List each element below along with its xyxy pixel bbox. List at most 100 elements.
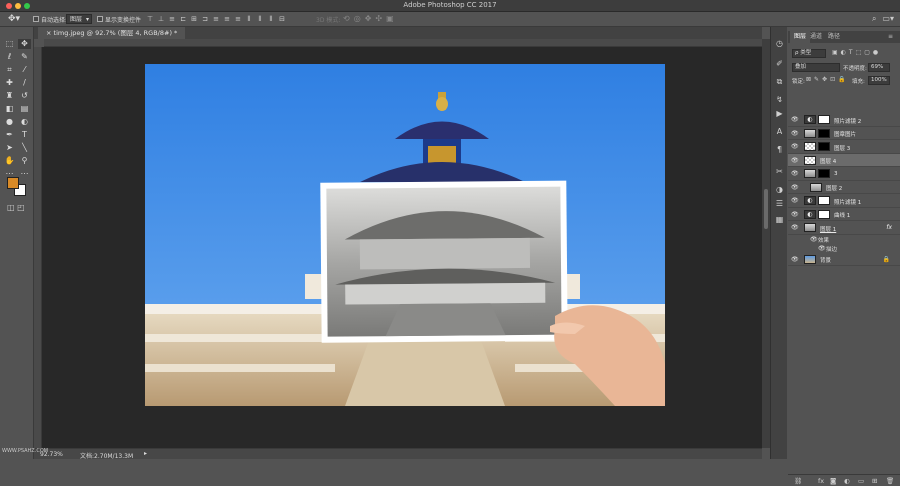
distribute-vcenter-icon[interactable]: ≡ — [223, 15, 231, 23]
distribute-hcenter-icon[interactable]: ⫴ — [256, 15, 264, 23]
distribute-bottom-icon[interactable]: ≡ — [234, 15, 242, 23]
new-adjustment-icon[interactable]: ◐ — [844, 477, 850, 485]
visibility-eye-icon[interactable]: 👁 — [791, 256, 799, 263]
brush-tool-icon[interactable]: / — [18, 78, 31, 88]
visibility-eye-icon[interactable]: 👁 — [791, 157, 799, 164]
actions-panel-icon[interactable]: ↯ — [774, 95, 785, 105]
auto-select-dropdown[interactable]: 图层 ▾ — [66, 14, 92, 24]
quick-mask-icon[interactable]: ◫ ◰ — [7, 203, 25, 212]
vertical-scrollbar[interactable] — [762, 39, 770, 448]
visibility-eye-icon[interactable]: 👁 — [791, 211, 799, 218]
align-top-icon[interactable]: ⊤ — [146, 15, 154, 23]
healing-brush-tool-icon[interactable]: ✚ — [3, 78, 16, 88]
auto-select-checkbox[interactable] — [33, 16, 39, 22]
path-select-tool-icon[interactable]: ➤ — [3, 143, 16, 153]
filter-type-icons[interactable]: ▣◐T⬚▢● — [832, 49, 881, 56]
layer-row[interactable]: 👁 ◐ 照片滤镜 1 — [788, 194, 900, 208]
marquee-tool-icon[interactable]: ⬚ — [3, 39, 16, 49]
layer-row[interactable]: 👁 图层 1 fx — [788, 221, 900, 235]
brush-panel-icon[interactable]: ✐ — [774, 59, 785, 69]
fill-input[interactable]: 100% — [868, 76, 890, 85]
distribute-left-icon[interactable]: ⫴ — [245, 15, 253, 23]
layer-mask-thumb[interactable] — [818, 128, 830, 138]
effects-eye-icon[interactable]: 👁 — [810, 236, 818, 243]
visibility-eye-icon[interactable]: 👁 — [791, 143, 799, 150]
layer-row[interactable]: 👁 ◐ 曲线 1 — [788, 208, 900, 221]
scrollbar-thumb[interactable] — [764, 189, 768, 229]
foreground-color-swatch[interactable] — [7, 177, 19, 189]
layer-row[interactable]: 👁 图层 2 — [788, 181, 900, 194]
adjustments-panel-icon[interactable]: ◑ — [774, 185, 785, 195]
new-layer-icon[interactable]: ⊞ — [872, 477, 877, 485]
roll-3d-icon[interactable]: ◎ — [354, 14, 361, 23]
swatches-panel-icon[interactable]: ▦ — [774, 215, 785, 225]
layer-row[interactable]: 👁 ◐ 照片滤镜 2 — [788, 113, 900, 127]
line-tool-icon[interactable]: ╲ — [18, 143, 31, 153]
clone-stamp-tool-icon[interactable]: ♜ — [3, 91, 16, 101]
tab-paths[interactable]: 路径 — [828, 31, 840, 43]
delete-layer-icon[interactable]: 🗑 — [886, 477, 894, 485]
lasso-tool-icon[interactable]: ℓ — [3, 52, 16, 62]
scale-3d-icon[interactable]: ▣ — [386, 14, 394, 23]
blend-mode-dropdown[interactable]: 叠加 — [792, 63, 840, 72]
clone-source-icon[interactable]: ⧉ — [774, 77, 785, 87]
lock-options-icons[interactable]: ⊠✎✥⊡🔒 — [806, 76, 849, 83]
layer-mask-thumb[interactable] — [818, 115, 830, 124]
close-tab-icon[interactable]: × — [46, 29, 54, 37]
panel-menu-icon[interactable]: ≡ — [888, 31, 893, 43]
distribute-right-icon[interactable]: ⫴ — [267, 15, 275, 23]
layer-row-selected[interactable]: 👁 图层 4 — [788, 153, 900, 167]
visibility-eye-icon[interactable]: 👁 — [791, 197, 799, 204]
status-menu-arrow-icon[interactable]: ▸ — [144, 450, 147, 457]
move-tool-icon[interactable]: ✥ — [18, 39, 31, 49]
eraser-tool-icon[interactable]: ◧ — [3, 104, 16, 114]
stroke-eye-icon[interactable]: 👁 — [818, 245, 826, 252]
align-hcenter-icon[interactable]: ⊞ — [190, 15, 198, 23]
link-layers-icon[interactable]: ⛓ — [794, 477, 802, 485]
layer-mask-thumb[interactable] — [818, 169, 830, 178]
opacity-input[interactable]: 69% — [868, 63, 890, 72]
layer-mask-thumb[interactable] — [818, 196, 830, 205]
visibility-eye-icon[interactable]: 👁 — [791, 170, 799, 177]
layer-filter-dropdown[interactable]: ρ 类型 — [792, 49, 826, 58]
horizontal-ruler[interactable] — [44, 39, 762, 47]
layer-effects-badge[interactable]: fx — [886, 224, 892, 231]
visibility-eye-icon[interactable]: 👁 — [791, 116, 799, 123]
tool-presets-icon[interactable]: ✂ — [774, 167, 785, 177]
dodge-tool-icon[interactable]: ◐ — [18, 117, 31, 127]
layer-row[interactable]: 👁 图层 3 — [788, 140, 900, 154]
layer-mask-thumb[interactable] — [818, 209, 830, 219]
align-left-icon[interactable]: ⊏ — [179, 15, 187, 23]
document-tab[interactable]: × timg.jpeg @ 92.7% (图层 4, RGB/8#) * — [38, 27, 186, 39]
history-panel-icon[interactable]: ◷ — [774, 39, 785, 49]
auto-align-icon[interactable]: ⊟ — [278, 15, 286, 23]
blur-tool-icon[interactable]: ● — [3, 117, 16, 127]
align-right-icon[interactable]: ⊐ — [201, 15, 209, 23]
quick-select-tool-icon[interactable]: ✎ — [18, 52, 31, 62]
new-group-icon[interactable]: ▭ — [858, 477, 864, 485]
move-tool-preset-icon[interactable]: ✥▾ — [8, 14, 20, 24]
tab-layers[interactable]: 图层 — [790, 31, 811, 43]
visibility-eye-icon[interactable]: 👁 — [791, 184, 799, 191]
more-tools-icon[interactable]: ⋯ — [18, 169, 31, 179]
history-brush-tool-icon[interactable]: ↺ — [18, 91, 31, 101]
show-transform-checkbox[interactable] — [97, 16, 103, 22]
search-icon[interactable]: ⌕ — [872, 14, 876, 24]
layer-row[interactable]: 👁 3 — [788, 167, 900, 181]
align-vcenter-icon[interactable]: ⊥ — [157, 15, 165, 23]
workspace-icon[interactable]: ▭▾ — [882, 14, 894, 24]
tab-channels[interactable]: 通道 — [810, 31, 822, 43]
effects-row[interactable]: 👁 效果 — [788, 235, 900, 244]
eyedropper-tool-icon[interactable]: ⁄ — [18, 65, 31, 75]
zoom-tool-icon[interactable]: ⚲ — [18, 156, 31, 166]
character-panel-icon[interactable]: A — [774, 127, 785, 137]
crop-tool-icon[interactable]: ⌗ — [3, 65, 16, 75]
add-mask-icon[interactable]: ◙ — [830, 477, 836, 485]
paragraph-panel-icon[interactable]: ¶ — [774, 145, 785, 155]
align-bottom-icon[interactable]: ≡ — [168, 15, 176, 23]
play-action-icon[interactable]: ▶ — [774, 109, 785, 119]
properties-panel-icon[interactable]: ☰ — [774, 199, 785, 209]
hand-tool-icon[interactable]: ✋ — [3, 156, 16, 166]
layer-row[interactable]: 👁 背景 🔒 — [788, 253, 900, 266]
pen-tool-icon[interactable]: ✒ — [3, 130, 16, 140]
